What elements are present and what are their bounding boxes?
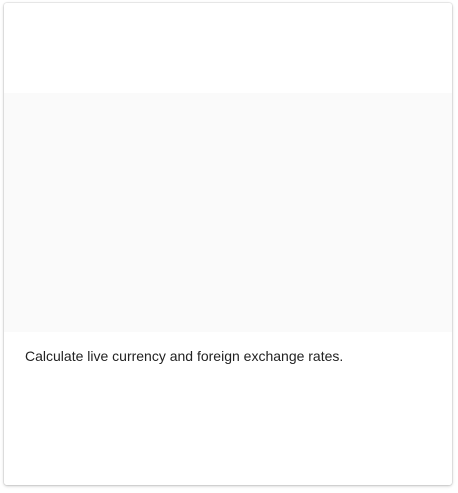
card-description: Calculate live currency and foreign exch…	[25, 348, 344, 364]
card-body: Calculate live currency and foreign exch…	[4, 332, 452, 485]
app-card[interactable]: Calculate live currency and foreign exch…	[4, 3, 452, 485]
card-image-placeholder	[4, 93, 452, 332]
card-header	[4, 3, 452, 93]
